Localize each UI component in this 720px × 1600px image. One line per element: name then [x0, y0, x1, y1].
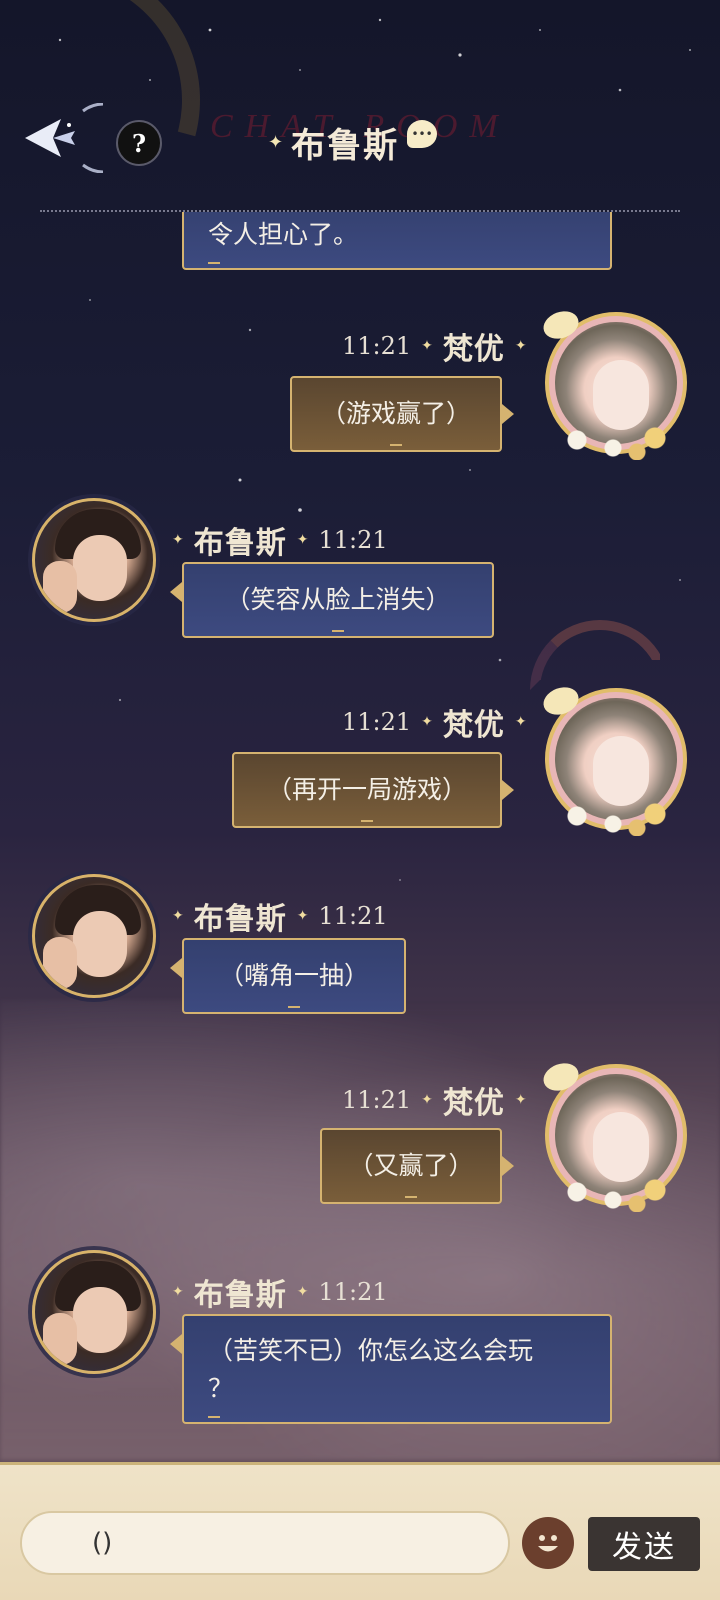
bruce-avatar[interactable]: [32, 498, 156, 622]
bruce-avatar[interactable]: [32, 874, 156, 998]
sparkle-icon: ✦: [421, 714, 433, 730]
smiley-icon: [538, 1535, 558, 1552]
sender-name: 布鲁斯: [193, 526, 287, 561]
sparkle-icon: ✦: [172, 532, 184, 548]
chat-header: ? CHAT ROOM ✦ 布鲁斯 •••: [0, 0, 720, 215]
back-arrow-icon: [25, 103, 103, 173]
sparkle-icon: ✦: [172, 908, 184, 924]
bruce-avatar[interactable]: [32, 1250, 156, 1374]
player-avatar[interactable]: [539, 682, 687, 836]
sender-name: 梵优: [442, 708, 505, 743]
message-text: （笑容从脸上消失）: [225, 585, 451, 614]
back-button[interactable]: [10, 100, 106, 176]
sparkle-icon: ✦: [421, 1092, 433, 1108]
message-time: 11:21: [342, 708, 412, 736]
message-header: ✦ 布鲁斯 ✦ 11:21: [172, 1270, 388, 1314]
message-list[interactable]: 令人担心了。 11:21 ✦ 梵优 ✦ （游戏赢了） ✦ 布鲁斯 ✦ 11:21…: [0, 212, 720, 1462]
message-header: ✦ 布鲁斯 ✦ 11:21: [172, 894, 388, 938]
message-header: ✦ 布鲁斯 ✦ 11:21: [172, 518, 388, 562]
message-text: （嘴角一抽）: [218, 961, 369, 990]
message-bubble: 令人担心了。: [182, 212, 612, 270]
title-wrap: ✦ 布鲁斯 •••: [268, 118, 438, 167]
message-bubble: （又赢了）: [320, 1128, 502, 1204]
sparkle-icon: ✦: [268, 132, 284, 153]
sender-name: 布鲁斯: [193, 902, 287, 937]
sparkle-icon: ✦: [296, 1284, 309, 1300]
bubble-tail: [502, 1156, 514, 1176]
message-time: 11:21: [318, 526, 388, 554]
message-text: 令人担心了。: [208, 220, 359, 249]
sender-name: 布鲁斯: [193, 1278, 287, 1313]
message-text: （又赢了）: [348, 1151, 474, 1180]
flower-decoration: [559, 796, 679, 836]
message-text: ？: [208, 1374, 234, 1403]
page-title: 布鲁斯: [291, 126, 400, 166]
sender-name: 梵优: [442, 332, 505, 367]
message-time: 11:21: [318, 902, 388, 930]
input-bar: () 发送: [0, 1462, 720, 1600]
bubble-tail: [170, 958, 182, 978]
message-text: （苦笑不已）你怎么这么会玩: [208, 1336, 534, 1365]
help-button[interactable]: ?: [116, 120, 162, 166]
emoji-button[interactable]: [522, 1517, 574, 1569]
message-text: （再开一局游戏）: [266, 775, 467, 804]
sparkle-icon: ✦: [296, 908, 309, 924]
sparkle-icon: ✦: [514, 338, 527, 354]
message-header: 11:21 ✦ 梵优 ✦: [342, 1078, 527, 1122]
bubble-tail: [170, 1334, 182, 1354]
message-time: 11:21: [318, 1278, 388, 1306]
message-bubble: （笑容从脸上消失）: [182, 562, 494, 638]
message-time: 11:21: [342, 1086, 412, 1114]
message-bubble: （嘴角一抽）: [182, 938, 406, 1014]
flower-decoration: [559, 420, 679, 460]
sparkle-icon: ✦: [296, 532, 309, 548]
sparkle-icon: ✦: [514, 714, 527, 730]
message-header: 11:21 ✦ 梵优 ✦: [342, 324, 527, 368]
message-bubble: （再开一局游戏）: [232, 752, 502, 828]
player-avatar[interactable]: [539, 1058, 687, 1212]
message-bubble: （游戏赢了）: [290, 376, 502, 452]
message-input[interactable]: (): [20, 1511, 510, 1575]
send-button[interactable]: 发送: [588, 1517, 700, 1571]
sender-name: 梵优: [442, 1086, 505, 1121]
bubble-tail: [502, 404, 514, 424]
message-time: 11:21: [342, 332, 412, 360]
chat-bubble-icon: •••: [407, 119, 438, 148]
message-bubble: （苦笑不已）你怎么这么会玩 ？: [182, 1314, 612, 1424]
sparkle-icon: ✦: [421, 338, 433, 354]
player-avatar[interactable]: [539, 306, 687, 460]
sparkle-icon: ✦: [172, 1284, 184, 1300]
message-header: 11:21 ✦ 梵优 ✦: [342, 700, 527, 744]
bubble-tail: [170, 582, 182, 602]
message-text: （游戏赢了）: [320, 399, 471, 428]
flower-decoration: [559, 1172, 679, 1212]
sparkle-icon: ✦: [514, 1092, 527, 1108]
bubble-tail: [502, 780, 514, 800]
